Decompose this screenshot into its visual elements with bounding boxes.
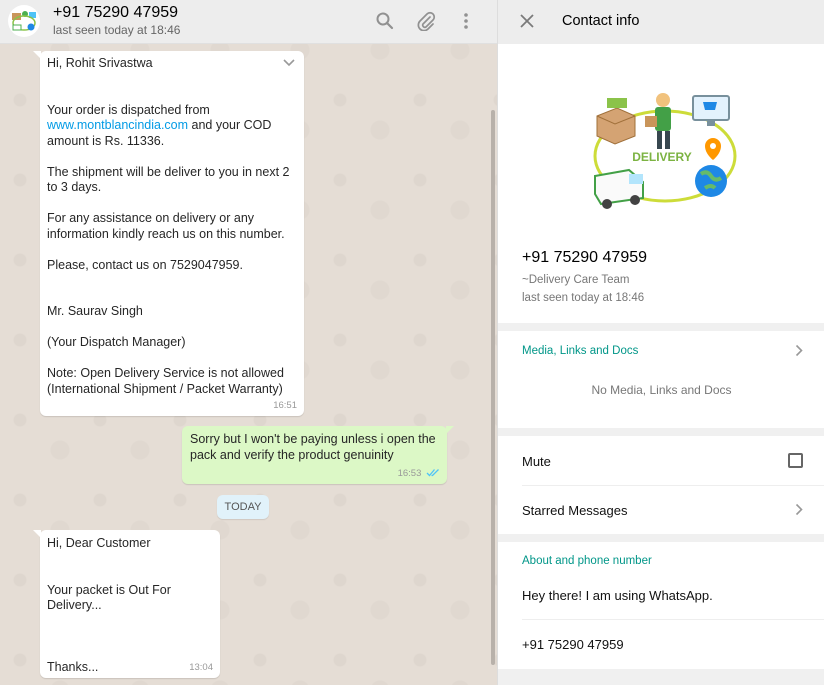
menu-icon[interactable] (456, 11, 476, 31)
message-text: Sorry but I won't be paying unless i ope… (190, 432, 436, 462)
chat-scrollbar[interactable] (491, 110, 495, 665)
contact-info-title: Contact info (562, 13, 640, 29)
message-time: 16:53 (397, 467, 422, 479)
message-time: 13:04 (189, 661, 213, 673)
profile-photo[interactable]: DELIVERY (585, 86, 745, 216)
chevron-right-icon[interactable] (795, 344, 803, 357)
message-time: 16:51 (273, 399, 297, 411)
message-bubble-incoming[interactable]: Hi, Rohit Srivastwa Your order is dispat… (33, 51, 304, 416)
chat-pane: +91 75290 47959 last seen today at 18:46… (0, 0, 497, 685)
starred-messages-row[interactable]: Starred Messages (522, 503, 628, 518)
media-empty-text: No Media, Links and Docs (591, 383, 732, 397)
media-links-docs-label[interactable]: Media, Links and Docs (522, 345, 638, 357)
chat-header[interactable]: +91 75290 47959 last seen today at 18:46 (0, 0, 497, 44)
message-bubble-outgoing[interactable]: Sorry but I won't be paying unless i ope… (182, 426, 454, 484)
contact-name: +91 75290 47959 (522, 249, 648, 266)
delivery-text: DELIVERY (632, 150, 692, 164)
chevron-right-icon[interactable] (795, 503, 803, 516)
profile-card: DELIVERY +91 75290 47959 ~Delivery Care … (498, 44, 824, 323)
message-bubble-incoming[interactable]: Hi, Dear Customer Your packet is Out For… (33, 530, 220, 678)
settings-card: Mute Starred Messages (498, 436, 824, 534)
attach-icon[interactable] (416, 11, 436, 31)
about-card: About and phone number Hey there! I am u… (498, 542, 824, 669)
message-link[interactable]: www.montblancindia.com (47, 118, 188, 132)
media-card[interactable]: Media, Links and Docs No Media, Links an… (498, 331, 824, 428)
mute-checkbox[interactable] (788, 453, 803, 468)
message-meta: 16:53 (398, 466, 440, 482)
contact-last-seen: last seen today at 18:46 (522, 292, 645, 304)
about-phone-label: About and phone number (522, 555, 652, 567)
read-receipt-icon (426, 469, 439, 477)
close-icon[interactable] (519, 13, 535, 29)
divider (522, 619, 824, 620)
avatar[interactable] (8, 5, 40, 37)
message-text: Hi, Dear Customer Your packet is Out For… (47, 536, 171, 674)
date-divider: TODAY (217, 495, 269, 519)
chat-last-seen: last seen today at 18:46 (53, 23, 181, 37)
contact-info-header: Contact info (498, 0, 824, 44)
chat-title: +91 75290 47959 (53, 4, 179, 21)
phone-number[interactable]: +91 75290 47959 (522, 637, 624, 652)
message-text: Hi, Rohit Srivastwa Your order is dispat… (47, 56, 290, 396)
mute-label: Mute (522, 454, 551, 469)
contact-about: ~Delivery Care Team (522, 274, 630, 286)
contact-info-pane: Contact info DELIVERY +91 75290 47959 ~D… (497, 0, 824, 685)
search-icon[interactable] (375, 11, 395, 31)
about-text: Hey there! I am using WhatsApp. (522, 588, 713, 603)
divider (522, 485, 824, 486)
